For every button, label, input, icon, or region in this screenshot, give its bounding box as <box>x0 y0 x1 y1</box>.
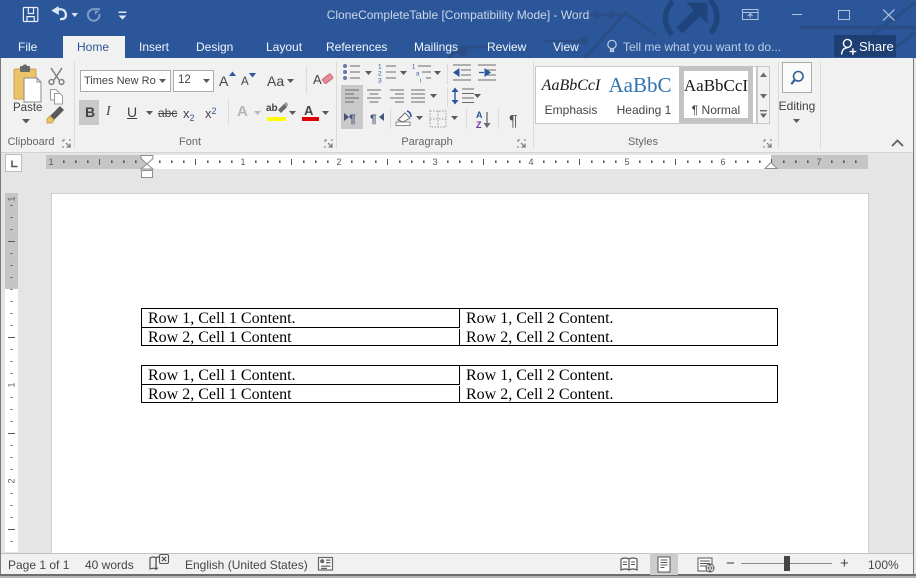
svg-text:7: 7 <box>816 157 821 167</box>
svg-text:3: 3 <box>432 157 437 167</box>
svg-text:1: 1 <box>7 196 17 201</box>
svg-text:2: 2 <box>7 478 17 483</box>
svg-text:1: 1 <box>48 157 53 167</box>
svg-text:6: 6 <box>720 157 725 167</box>
svg-text:4: 4 <box>528 157 533 167</box>
svg-text:5: 5 <box>624 157 629 167</box>
svg-text:2: 2 <box>336 157 341 167</box>
svg-text:1: 1 <box>240 157 245 167</box>
svg-text:1: 1 <box>7 382 17 387</box>
